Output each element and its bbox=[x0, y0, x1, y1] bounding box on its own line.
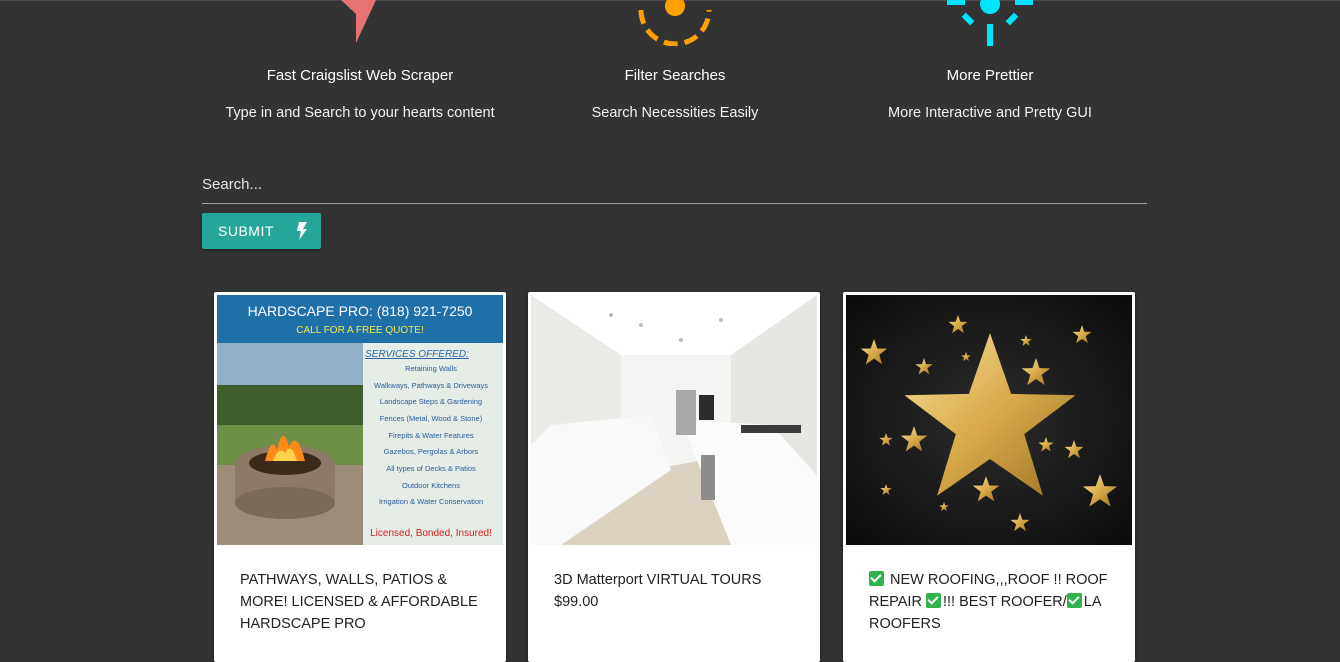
bolt-icon bbox=[341, 0, 376, 43]
ad-service: Retaining Walls bbox=[405, 364, 457, 373]
listing-title[interactable]: NEW ROOFING,,,ROOF !! ROOF REPAIR !!! BE… bbox=[869, 569, 1111, 635]
kitchen-photo bbox=[531, 295, 817, 545]
ad-service: Gazebos, Pergolas & Arbors bbox=[384, 447, 479, 456]
ad-service: Fences (Metal, Wood & Stone) bbox=[380, 414, 483, 423]
submit-button[interactable]: SUBMIT bbox=[202, 213, 321, 249]
ad-services-title: SERVICES OFFERED: bbox=[365, 349, 469, 360]
feature-title: More Prettier bbox=[946, 67, 1034, 84]
listing-image[interactable] bbox=[531, 295, 817, 545]
ad-service: Walkways, Pathways & Driveways bbox=[374, 381, 488, 390]
ad-subheader: CALL FOR A FREE QUOTE! bbox=[296, 325, 423, 336]
check-icon bbox=[869, 571, 884, 586]
ad-service: Outdoor Kitchens bbox=[402, 481, 460, 490]
listing-title-part: !!! BEST ROOFER/ bbox=[942, 594, 1067, 610]
feature-desc: Search Necessities Easily bbox=[591, 105, 759, 121]
check-icon bbox=[1066, 593, 1082, 608]
listing-card[interactable]: 3D Matterport VIRTUAL TOURS $99.00 bbox=[528, 292, 820, 662]
submit-label: SUBMIT bbox=[218, 223, 274, 239]
feature-title: Filter Searches bbox=[624, 67, 726, 84]
ad-service: Landscape Steps & Gardening bbox=[380, 397, 482, 406]
listing-title: 3D Matterport VIRTUAL TOURS bbox=[554, 572, 762, 588]
listing-title[interactable]: PATHWAYS, WALLS, PATIOS & MORE! LICENSED… bbox=[240, 569, 482, 635]
ad-header: HARDSCAPE PRO: (818) 921-7250 bbox=[248, 303, 473, 319]
ad-service: Irrigation & Water Conservation bbox=[379, 497, 483, 506]
feature-title: Fast Craigslist Web Scraper bbox=[266, 67, 454, 84]
listing-card[interactable]: HARDSCAPE PRO: (818) 921-7250 CALL FOR A… bbox=[214, 292, 506, 662]
listing-image[interactable]: HARDSCAPE PRO: (818) 921-7250 CALL FOR A… bbox=[217, 295, 503, 545]
ad-service: Firepits & Water Features bbox=[388, 431, 473, 440]
feature-desc: More Interactive and Pretty GUI bbox=[888, 105, 1092, 121]
bolt-icon bbox=[296, 222, 307, 240]
search-input[interactable] bbox=[202, 165, 1147, 204]
listing-card[interactable]: NEW ROOFING,,,ROOF !! ROOF REPAIR !!! BE… bbox=[843, 292, 1135, 662]
feature-desc: Type in and Search to your hearts conten… bbox=[225, 105, 495, 121]
stars-image bbox=[846, 295, 1132, 545]
sun-icon bbox=[947, 0, 1033, 46]
listing-price: $99.00 bbox=[554, 594, 599, 610]
ad-service: All types of Decks & Patios bbox=[386, 464, 476, 473]
check-icon bbox=[925, 593, 941, 608]
listing-info[interactable]: 3D Matterport VIRTUAL TOURS $99.00 bbox=[554, 569, 796, 613]
ad-footer: Licensed, Bonded, Insured! bbox=[370, 528, 492, 539]
listing-image[interactable] bbox=[846, 295, 1132, 545]
filter-icon bbox=[638, 0, 712, 46]
hardscape-ad-image: HARDSCAPE PRO: (818) 921-7250 CALL FOR A… bbox=[217, 295, 503, 545]
